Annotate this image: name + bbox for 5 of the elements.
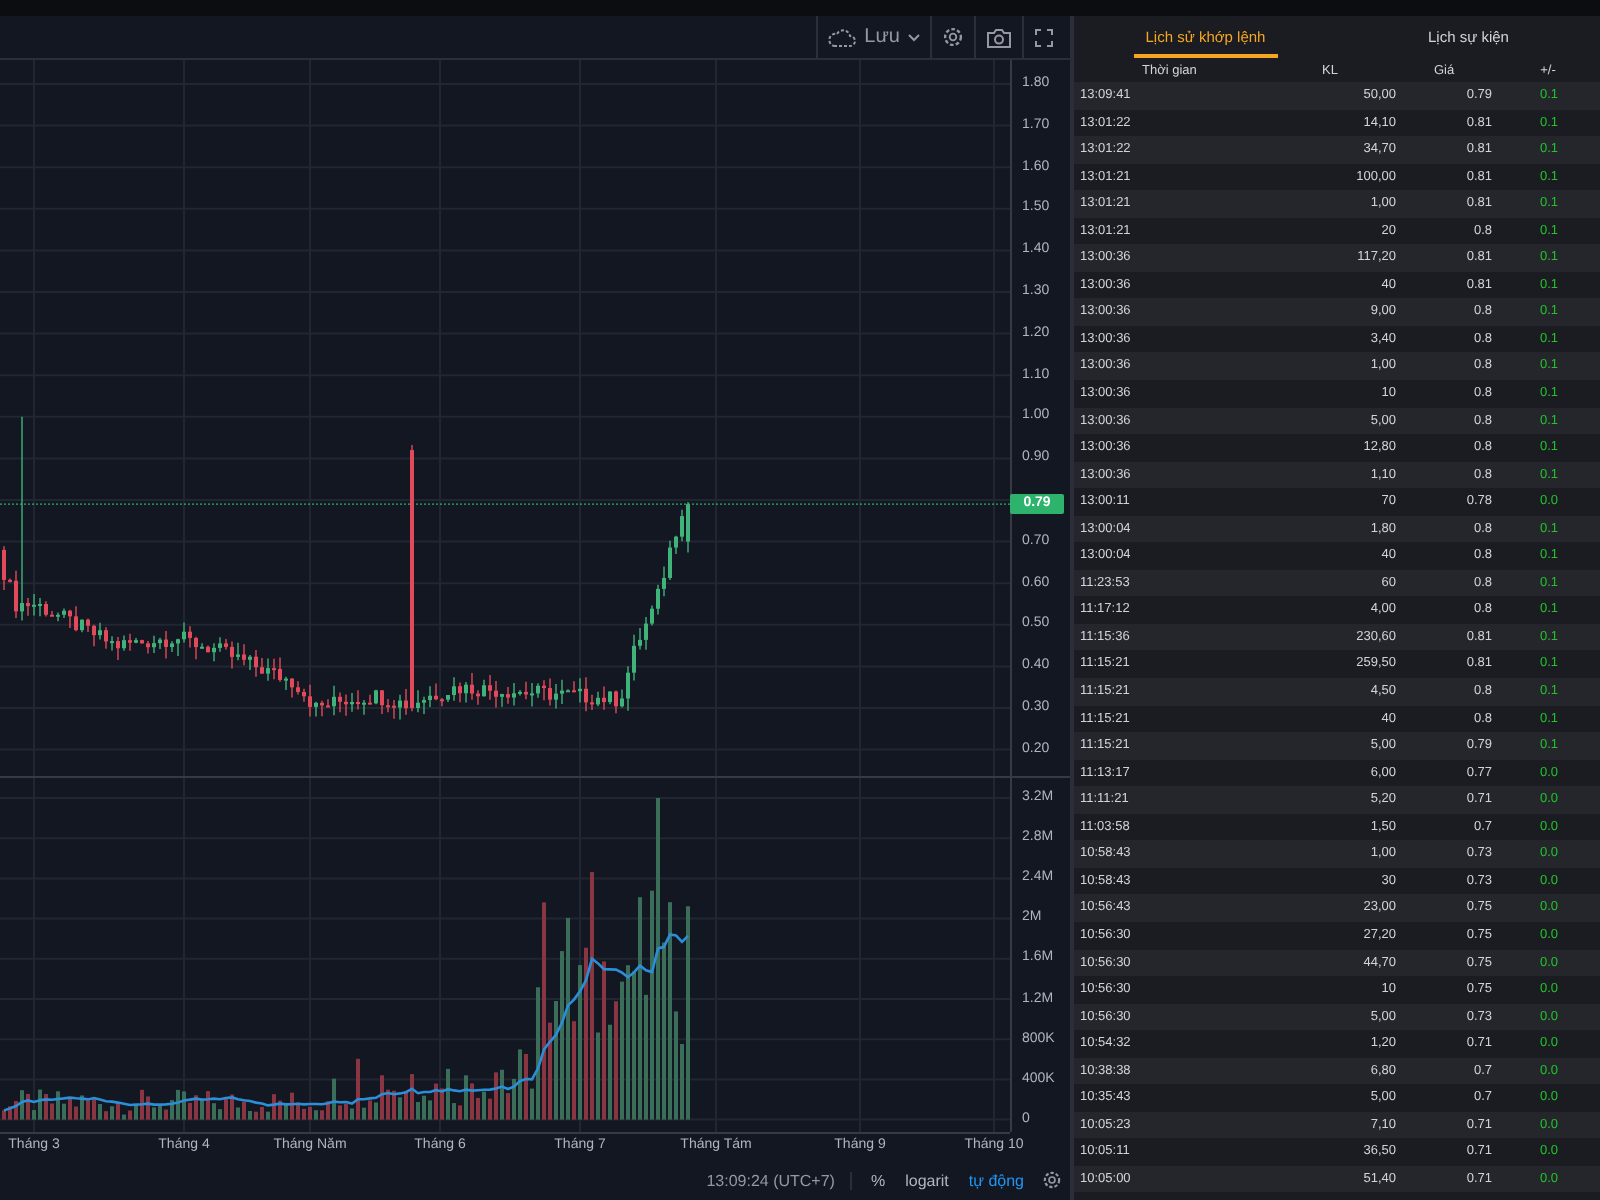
scale-mode-button[interactable]: % bbox=[860, 1171, 896, 1189]
scale-mode-button[interactable]: tự động bbox=[958, 1171, 1034, 1189]
clock-text: 13:09:24 (UTC+7) bbox=[706, 1171, 853, 1189]
save-button[interactable]: Lưu bbox=[816, 16, 930, 58]
scale-mode-button[interactable]: logarit bbox=[895, 1171, 959, 1189]
